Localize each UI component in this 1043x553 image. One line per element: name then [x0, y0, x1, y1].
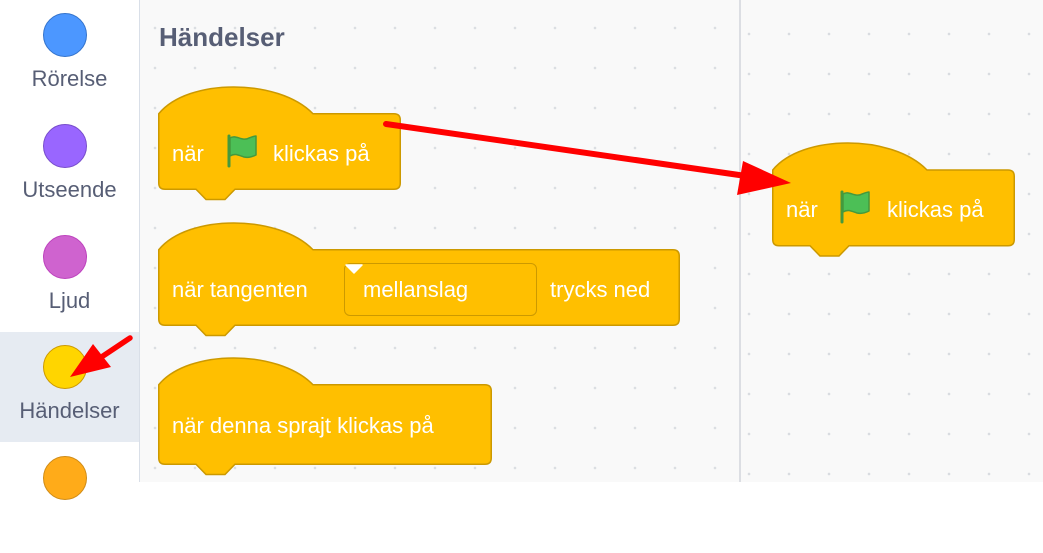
category-events[interactable]: Händelser	[0, 332, 139, 442]
looks-category-dot-icon	[43, 124, 87, 168]
when-sprite-clicked-block[interactable]: när denna sprajt klickas på	[158, 357, 495, 482]
when-key-pressed-block[interactable]: när tangenten mellanslag trycks ned	[158, 222, 682, 342]
category-control[interactable]	[0, 443, 139, 553]
when-flag-clicked-block[interactable]: när klickas på	[158, 86, 402, 206]
script-workspace[interactable]: när klickas på	[741, 0, 1043, 482]
category-motion[interactable]: Rörelse	[0, 0, 139, 110]
category-label: Rörelse	[31, 66, 108, 91]
category-looks[interactable]: Utseende	[0, 111, 139, 221]
block-text: trycks ned	[550, 277, 651, 302]
block-text: när tangenten	[172, 277, 308, 302]
category-sound[interactable]: Ljud	[0, 222, 139, 332]
category-label: Ljud	[48, 288, 91, 313]
block-text: när	[172, 141, 204, 166]
block-text: när denna sprajt klickas på	[172, 413, 434, 438]
green-flag-icon	[227, 134, 257, 168]
motion-category-dot-icon	[43, 13, 87, 57]
when-flag-clicked-block[interactable]: när klickas på	[772, 142, 1017, 264]
dropdown-caret-icon	[345, 264, 363, 274]
key-dropdown[interactable]: mellanslag	[344, 263, 537, 316]
category-label: Händelser	[19, 398, 120, 423]
palette-category-title: Händelser	[159, 22, 285, 52]
control-category-dot-icon	[43, 456, 87, 500]
block-palette: Händelser när klickas på när tangenten m…	[140, 0, 739, 482]
category-label: Utseende	[22, 177, 117, 202]
block-text: klickas på	[273, 141, 370, 166]
green-flag-icon	[840, 190, 870, 224]
events-category-dot-icon	[43, 345, 87, 389]
key-dropdown-value: mellanslag	[363, 277, 469, 302]
block-text: klickas på	[887, 197, 984, 222]
sound-category-dot-icon	[43, 235, 87, 279]
category-menu: Rörelse Utseende Ljud Händelser	[0, 0, 140, 500]
block-text: när	[786, 197, 818, 222]
